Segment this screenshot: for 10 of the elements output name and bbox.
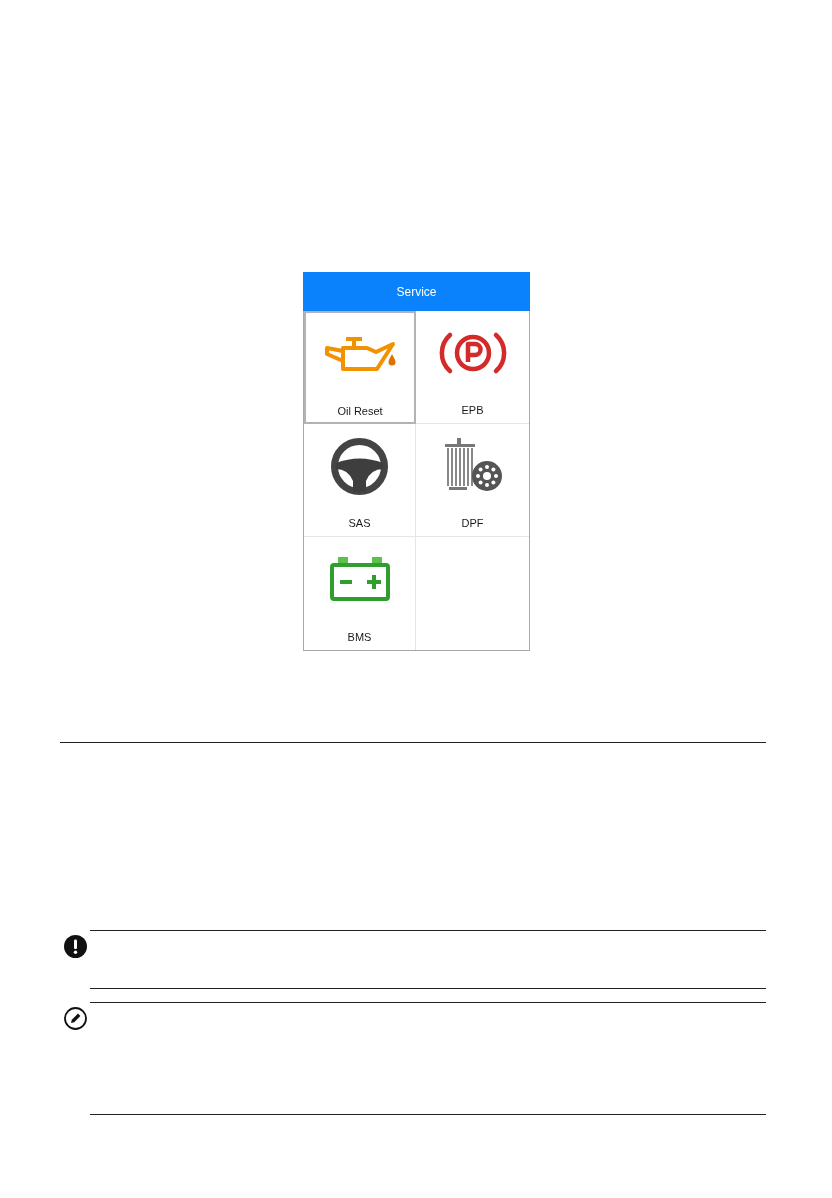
parking-brake-icon bbox=[438, 331, 507, 375]
battery-icon bbox=[329, 557, 390, 601]
menu-tile[interactable]: Oil Reset bbox=[304, 311, 416, 424]
title-bar: Service bbox=[303, 272, 530, 311]
menu-tile[interactable]: SAS bbox=[304, 424, 416, 537]
warning-icon bbox=[64, 935, 87, 958]
filter-icon bbox=[442, 438, 503, 494]
pencil-icon bbox=[64, 1007, 87, 1030]
oil-can-icon bbox=[324, 337, 396, 373]
steering-wheel-icon bbox=[331, 437, 388, 495]
